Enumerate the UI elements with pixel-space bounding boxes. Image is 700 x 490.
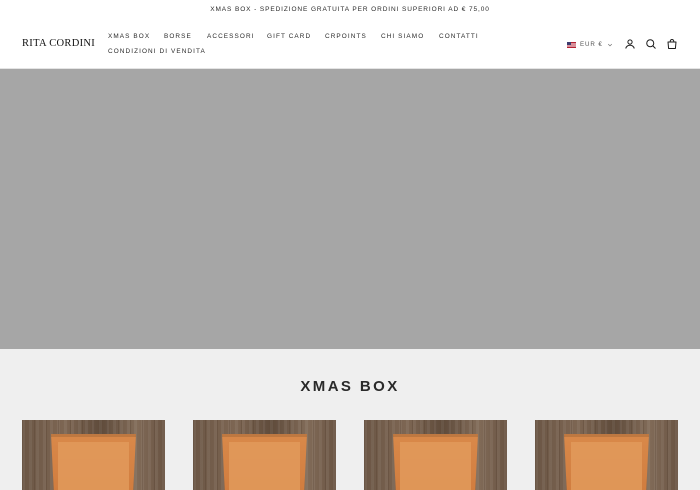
chevron-down-icon [607, 43, 612, 46]
product-card-image[interactable] [535, 420, 678, 490]
announcement-text: XMAS BOX - SPEDIZIONE GRATUITA PER ORDIN… [210, 6, 490, 13]
product-card-image[interactable] [22, 420, 165, 490]
nav-item-crpoints[interactable]: CRPOINTS [325, 33, 367, 40]
collection-title: XMAS BOX [300, 378, 400, 395]
nav-item-chi-siamo[interactable]: CHI SIAMO [381, 33, 424, 40]
nav-item-gift-card[interactable]: GIFT CARD [267, 33, 311, 40]
search-icon[interactable] [645, 38, 657, 50]
currency-label: EUR € [580, 41, 603, 48]
currency-selector[interactable]: EUR € [567, 40, 613, 49]
cart-icon[interactable] [666, 38, 678, 50]
nav-item-xmas-box[interactable]: XMAS BOX [108, 33, 150, 40]
nav-item-borse[interactable]: BORSE [164, 33, 192, 40]
announcement-bar: XMAS BOX - SPEDIZIONE GRATUITA PER ORDIN… [0, 0, 700, 20]
hero-banner [0, 69, 700, 349]
store-logo[interactable]: RITA CORDINI [22, 38, 95, 49]
product-card-image[interactable] [364, 420, 507, 490]
us-flag-icon [567, 41, 576, 48]
nav-item-condizioni-di-vendita[interactable]: CONDIZIONI DI VENDITA [108, 48, 206, 55]
nav-item-accessori[interactable]: ACCESSORI [207, 33, 255, 40]
site-header: RITA CORDINI XMAS BOX BORSE ACCESSORI GI… [0, 20, 700, 69]
nav-item-contatti[interactable]: CONTATTI [439, 33, 479, 40]
account-icon[interactable] [624, 38, 636, 50]
product-card-image[interactable] [193, 420, 336, 490]
